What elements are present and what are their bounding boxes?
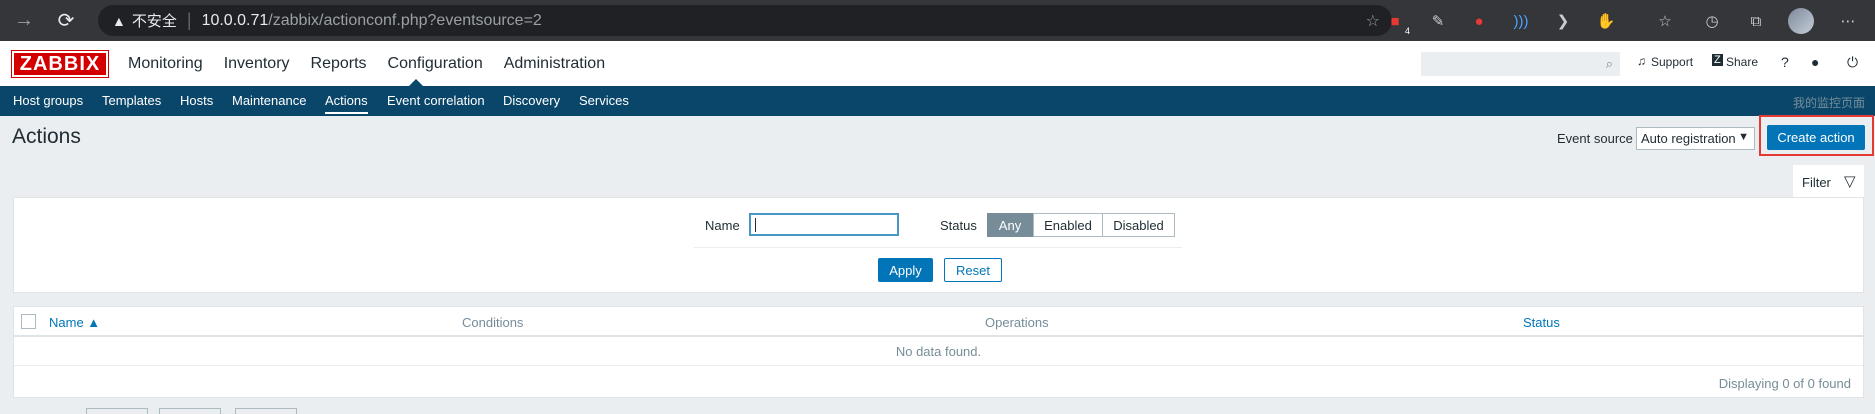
menu-configuration[interactable]: Configuration (388, 54, 483, 74)
filter-tab-label: Filter (1802, 175, 1831, 190)
ublock-icon[interactable]: ● (1466, 8, 1492, 34)
extension-red-icon[interactable]: ■ 4 (1382, 8, 1410, 36)
collections-icon[interactable]: ⧉ (1743, 8, 1769, 34)
submenu-event-correlation[interactable]: Event correlation (387, 93, 485, 108)
status-any-toggle[interactable]: Any (987, 213, 1033, 237)
hand-extension-icon[interactable]: ✋ (1593, 8, 1619, 34)
dashboard-link[interactable]: 我的监控页面 (1793, 94, 1865, 111)
menu-monitoring[interactable]: Monitoring (128, 54, 203, 74)
column-status-sort[interactable]: Status (1523, 315, 1560, 330)
reload-icon[interactable]: ⟳ (48, 3, 84, 39)
mass-action-button[interactable] (86, 408, 148, 414)
submenu-discovery[interactable]: Discovery (503, 93, 560, 108)
wifi-extension-icon[interactable]: ))) (1508, 8, 1534, 34)
favorite-star-icon[interactable]: ☆ (1366, 11, 1380, 31)
mass-action-button[interactable] (159, 408, 221, 414)
submenu-services[interactable]: Services (579, 93, 629, 108)
filter-status-label: Status (940, 218, 977, 233)
filter-divider (694, 247, 1182, 248)
column-conditions: Conditions (462, 315, 524, 330)
submenu-hosts[interactable]: Hosts (180, 93, 213, 108)
active-menu-caret (409, 79, 423, 86)
no-data-message: No data found. (895, 344, 982, 359)
sub-menu: Host groups Templates Hosts Maintenance … (0, 86, 1875, 116)
extension-icon[interactable]: ✎ (1425, 8, 1451, 34)
reset-button[interactable]: Reset (944, 258, 1002, 282)
menu-reports[interactable]: Reports (311, 54, 367, 74)
chevron-down-icon: ▼ (1738, 131, 1749, 143)
url-host: 10.0.0.71 (201, 11, 269, 29)
filter-panel (13, 197, 1864, 293)
search-icon[interactable]: ⌕ (1606, 56, 1613, 72)
extension-badge: 4 (1404, 26, 1410, 36)
event-source-select[interactable]: Auto registration ▼ (1636, 127, 1755, 150)
submenu-host-groups[interactable]: Host groups (13, 93, 83, 108)
column-operations: Operations (985, 315, 1049, 330)
submenu-maintenance[interactable]: Maintenance (232, 93, 306, 108)
menu-inventory[interactable]: Inventory (224, 54, 290, 74)
status-enabled-toggle[interactable]: Enabled (1033, 213, 1103, 237)
status-disabled-toggle[interactable]: Disabled (1102, 213, 1175, 237)
column-name-sort[interactable]: Name ▲ (49, 315, 100, 330)
profile-avatar[interactable] (1788, 8, 1814, 34)
table-divider (14, 365, 1863, 366)
headset-icon: ♫ (1637, 54, 1646, 68)
address-bar[interactable]: ▲ 不安全 | 10.0.0.71 /zabbix/actionconf.php… (98, 5, 1392, 36)
warning-icon: ▲ (112, 12, 126, 29)
page-title: Actions (12, 125, 81, 148)
global-search-input[interactable]: ⌕ (1421, 52, 1620, 76)
insecure-label: 不安全 (131, 13, 177, 30)
url-path: /zabbix/actionconf.php?eventsource=2 (268, 11, 542, 29)
url-separator: | (186, 10, 192, 30)
filter-tab[interactable]: Filter ▽ (1793, 165, 1864, 197)
share-link[interactable]: Share (1726, 55, 1758, 69)
select-all-checkbox[interactable] (21, 314, 36, 329)
more-menu-icon[interactable]: ⋯ (1835, 8, 1861, 34)
create-action-button[interactable]: Create action (1767, 125, 1865, 150)
event-source-label: Event source (1557, 131, 1633, 146)
event-source-value: Auto registration (1641, 131, 1736, 146)
filter-name-input[interactable] (749, 213, 899, 236)
filter-funnel-icon: ▽ (1844, 173, 1856, 190)
user-profile-icon[interactable]: ● (1811, 54, 1819, 70)
help-icon[interactable]: ? (1781, 54, 1789, 70)
submenu-templates[interactable]: Templates (102, 93, 161, 108)
history-icon[interactable]: ◷ (1699, 8, 1725, 34)
filter-name-label: Name (705, 218, 740, 233)
table-count: Displaying 0 of 0 found (1718, 376, 1851, 391)
actions-table: Name ▲ Conditions Operations Status No d… (13, 306, 1864, 398)
main-menu: Monitoring Inventory Reports Configurati… (128, 54, 626, 74)
table-header: Name ▲ Conditions Operations Status (14, 307, 1863, 337)
apply-button[interactable]: Apply (878, 258, 933, 282)
favorites-icon[interactable]: ☆ (1652, 8, 1678, 34)
support-link[interactable]: Support (1651, 55, 1693, 69)
share-icon: Z (1712, 54, 1723, 66)
back-arrow-icon[interactable]: → (6, 3, 42, 39)
sign-out-icon[interactable]: ⏻ (1847, 54, 1858, 71)
code-extension-icon[interactable]: ❯ (1550, 8, 1576, 34)
submenu-actions[interactable]: Actions (325, 93, 368, 114)
mass-action-button[interactable] (235, 408, 297, 414)
menu-administration[interactable]: Administration (504, 54, 605, 74)
zabbix-logo[interactable]: ZABBIX (11, 50, 109, 78)
text-caret (755, 218, 756, 232)
